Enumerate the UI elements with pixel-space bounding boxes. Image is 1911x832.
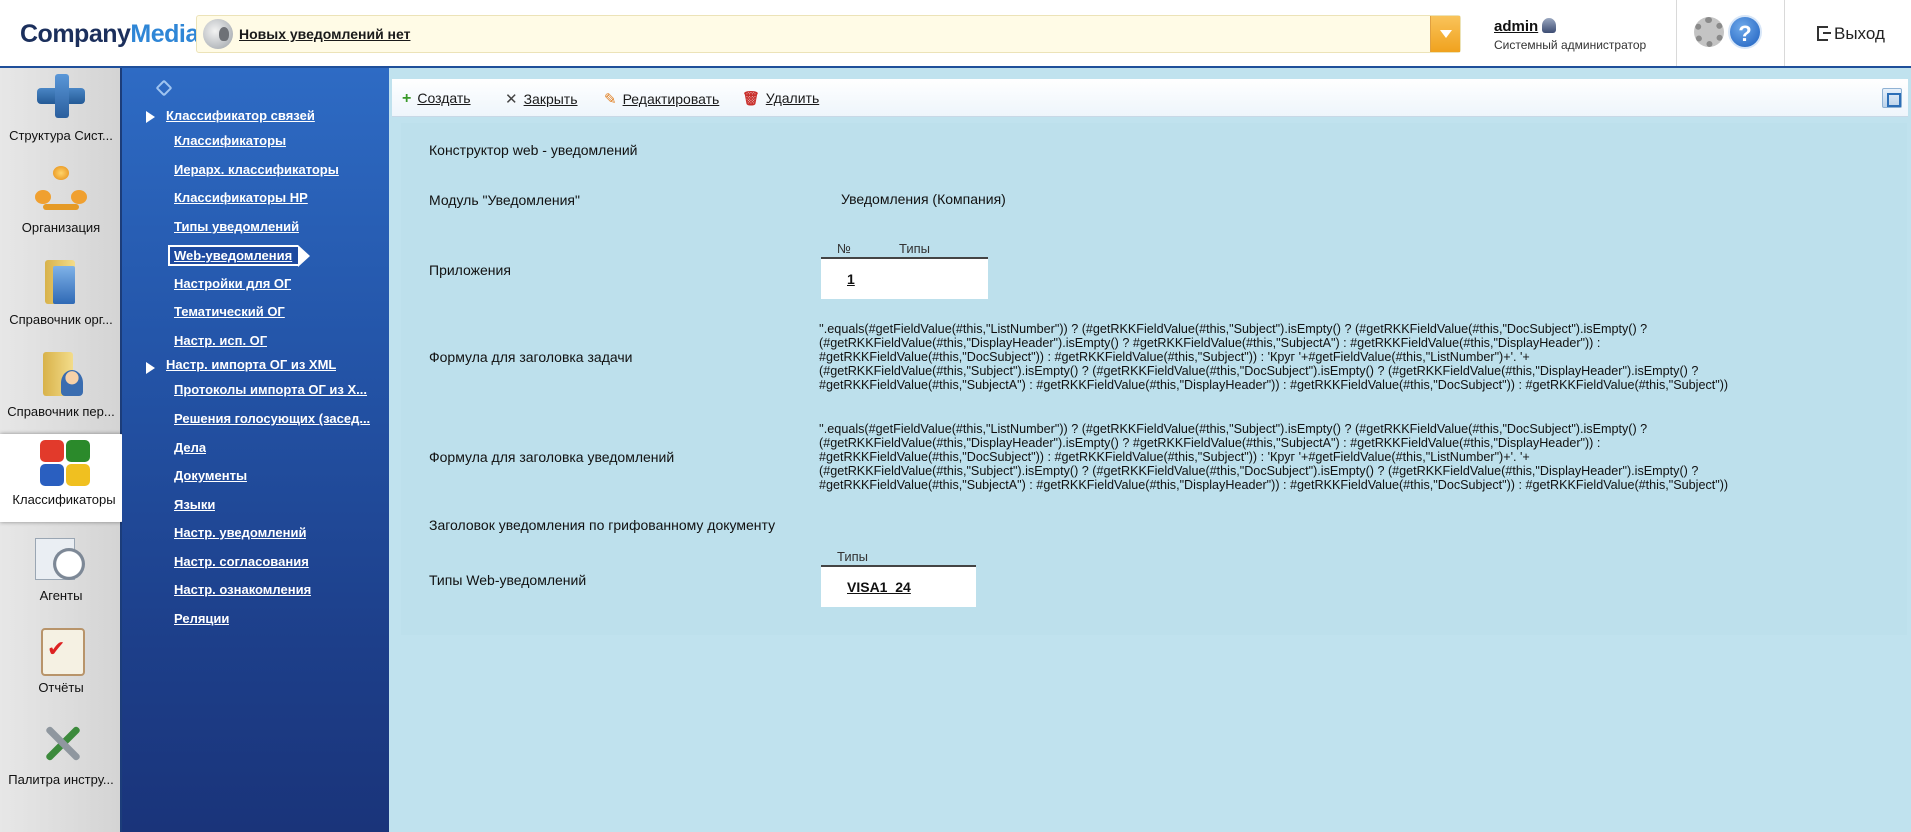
nav-item-og-exec-settings[interactable]: Настр. исп. ОГ	[174, 333, 267, 348]
notification-bar: Новых уведомлений нет	[196, 15, 1461, 53]
maximize-icon[interactable]	[1882, 88, 1902, 108]
nav-item-notification-types[interactable]: Типы уведомлений	[174, 219, 299, 234]
nav-item-acquaintance-settings[interactable]: Настр. ознакомления	[174, 582, 311, 597]
web-type-link[interactable]: VISA1_24	[847, 579, 911, 595]
form-title: Конструктор web - уведомлений	[429, 142, 638, 158]
logout-label: Выход	[1834, 24, 1885, 43]
web-types-table: Типы VISA1_24	[821, 547, 976, 607]
column-header-no: №	[837, 241, 851, 256]
notification-bell-icon	[203, 19, 233, 49]
nav-item-documents[interactable]: Документы	[174, 468, 247, 483]
gear-icon[interactable]	[1694, 17, 1724, 47]
notif-formula-value: ''.equals(#getFieldValue(#this,"ListNumb…	[819, 422, 1729, 492]
report-icon	[33, 626, 89, 676]
nav-item-og-import-protocols[interactable]: Протоколы импорта ОГ из X...	[174, 382, 367, 397]
close-icon: ✕	[505, 91, 518, 108]
structure-icon	[33, 74, 89, 124]
column-header-types: Типы	[837, 549, 869, 564]
edit-button[interactable]: ✎ Редактировать	[604, 90, 719, 108]
company-logo[interactable]: CompanyMedia	[20, 20, 199, 49]
top-bar: CompanyMedia Новых уведомлений нет admin…	[0, 0, 1911, 68]
rail-item-label: Агенты	[39, 588, 83, 603]
notification-form: Конструктор web - уведомлений Модуль "Ув…	[401, 123, 1907, 635]
logout-button[interactable]: Выход	[1817, 24, 1885, 44]
user-icon	[1542, 18, 1557, 33]
web-types-table-header: Типы	[821, 547, 976, 567]
expand-arrow-icon[interactable]	[146, 362, 155, 374]
rail-item-label: Справочник орг...	[9, 312, 113, 327]
rail-item-reports[interactable]: Отчёты	[0, 622, 122, 708]
logout-icon	[1817, 26, 1831, 41]
expand-arrow-icon[interactable]	[146, 111, 155, 123]
organization-icon	[33, 166, 89, 216]
rail-item-org-directory[interactable]: Справочник орг...	[0, 254, 122, 340]
rail-item-label: Справочник пер...	[7, 404, 115, 419]
trash-icon: 🗑	[742, 90, 760, 106]
pencil-icon: ✎	[604, 91, 617, 108]
table-row[interactable]: 1	[821, 259, 988, 299]
rail-item-structure[interactable]: Структура Сист...	[0, 70, 122, 156]
task-formula-value: ''.equals(#getFieldValue(#this,"ListNumb…	[819, 322, 1729, 392]
nav-item-link-classifier[interactable]: Классификатор связей	[166, 108, 315, 123]
notif-formula-label: Формула для заголовка уведомлений	[429, 449, 675, 465]
nav-item-relations[interactable]: Реляции	[174, 611, 229, 626]
plus-icon: +	[402, 90, 412, 107]
help-icon[interactable]: ?	[1728, 15, 1762, 49]
toolbar: + Создать ✕ Закрыть ✎ Редактировать 🗑 Удалит…	[392, 79, 1908, 117]
app-rail: Структура Сист... Организация Справочник…	[0, 68, 128, 832]
nav-item-og-xml-import[interactable]: Настр. импорта ОГ из XML	[166, 357, 336, 372]
apps-row-link[interactable]: 1	[847, 271, 855, 287]
rail-item-label: Структура Сист...	[9, 128, 113, 143]
apps-table: № Типы 1	[821, 239, 988, 299]
module-label: Модуль "Уведомления"	[429, 192, 580, 208]
web-types-label: Типы Web-уведомлений	[429, 572, 587, 588]
nav-item-thematic-og[interactable]: Тематический ОГ	[174, 304, 285, 319]
rail-item-agents[interactable]: Агенты	[0, 530, 122, 616]
pin-icon[interactable]	[155, 79, 173, 97]
create-button[interactable]: + Создать	[402, 90, 471, 108]
user-role: Системный администратор	[1494, 38, 1647, 52]
nav-tree: Классификатор связей Классификаторы Иера…	[122, 68, 389, 832]
rail-item-label: Отчёты	[38, 680, 84, 695]
column-header-types: Типы	[899, 241, 931, 256]
nav-item-languages[interactable]: Языки	[174, 497, 215, 512]
nav-item-voting-decisions[interactable]: Решения голосующих (засед...	[174, 411, 370, 426]
notification-link[interactable]: Новых уведомлений нет	[239, 26, 410, 42]
nav-item-og-settings[interactable]: Настройки для ОГ	[174, 276, 291, 291]
nav-item-approval-settings[interactable]: Настр. согласования	[174, 554, 309, 569]
header-divider	[1676, 0, 1677, 66]
rail-item-label: Классификаторы	[12, 492, 116, 507]
apps-table-header: № Типы	[821, 239, 988, 259]
rail-item-classifiers[interactable]: Классификаторы	[0, 434, 128, 522]
module-value: Уведомления (Компания)	[841, 191, 1006, 207]
main-panel: + Создать ✕ Закрыть ✎ Редактировать 🗑 Удалит…	[389, 68, 1911, 832]
close-button[interactable]: ✕ Закрыть	[505, 90, 578, 108]
header-divider	[1784, 0, 1785, 66]
nav-item-classifiers-nr[interactable]: Классификаторы НР	[174, 190, 308, 205]
nav-item-notification-settings[interactable]: Настр. уведомлений	[174, 525, 306, 540]
user-block: admin Системный администратор	[1494, 18, 1646, 52]
rail-item-personnel-directory[interactable]: Справочник пер...	[0, 346, 122, 432]
nav-item-hier-classifiers[interactable]: Иерарх. классификаторы	[174, 162, 339, 177]
classified-header-label: Заголовок уведомления по грифованному до…	[429, 517, 776, 533]
nav-item-classifiers[interactable]: Классификаторы	[174, 133, 286, 148]
nav-item-web-notifications[interactable]: Web-уведомления	[168, 245, 311, 267]
book-icon	[33, 258, 89, 308]
notification-dropdown-button[interactable]	[1430, 16, 1460, 52]
puzzle-icon	[36, 438, 92, 488]
user-name-link[interactable]: admin	[1494, 18, 1538, 35]
nav-item-cases[interactable]: Дела	[174, 440, 206, 455]
rail-item-organization[interactable]: Организация	[0, 162, 122, 248]
task-formula-label: Формула для заголовка задачи	[429, 349, 633, 365]
tools-icon	[33, 718, 89, 768]
table-row[interactable]: VISA1_24	[821, 567, 976, 607]
clock-icon	[33, 534, 89, 584]
rail-item-label: Организация	[21, 220, 101, 235]
rail-item-tools-palette[interactable]: Палитра инстру...	[0, 714, 122, 800]
personnel-book-icon	[33, 350, 89, 400]
delete-button[interactable]: 🗑 Удалить	[742, 90, 819, 107]
rail-item-label: Палитра инстру...	[8, 772, 114, 787]
apps-label: Приложения	[429, 262, 511, 278]
